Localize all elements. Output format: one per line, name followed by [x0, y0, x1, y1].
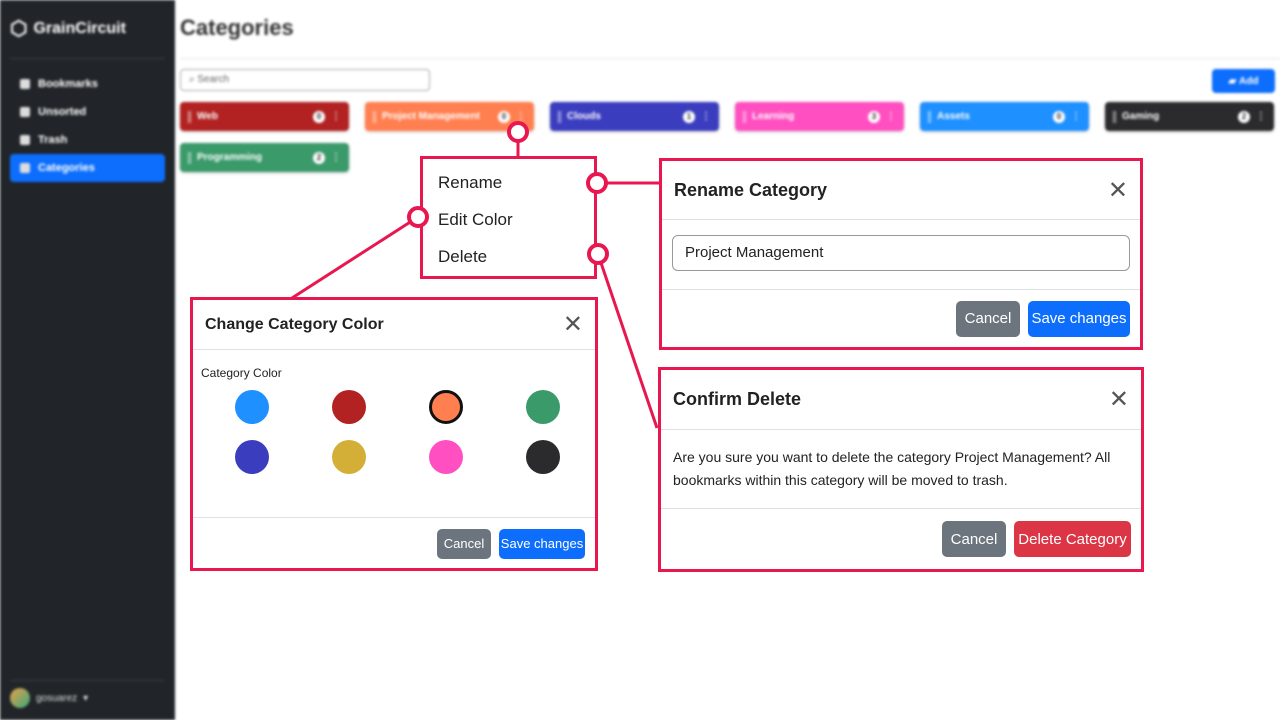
menu-item-rename[interactable]: Rename: [438, 173, 579, 210]
delete-category-button[interactable]: Delete Category: [1014, 521, 1131, 557]
save-changes-button[interactable]: Save changes: [499, 528, 585, 559]
rename-category-modal: Rename Category ✕ Project Management Canc…: [659, 158, 1143, 350]
cancel-button[interactable]: Cancel: [942, 521, 1006, 557]
cancel-button[interactable]: Cancel: [437, 528, 491, 559]
color-swatch[interactable]: [429, 440, 463, 474]
close-icon[interactable]: ✕: [1108, 176, 1128, 205]
connector-node: [507, 121, 529, 143]
color-swatch[interactable]: [332, 390, 366, 424]
modal-title: Rename Category: [674, 179, 828, 200]
cancel-button[interactable]: Cancel: [956, 300, 1020, 337]
close-icon[interactable]: ✕: [563, 310, 583, 339]
connector-node: [586, 172, 608, 194]
menu-item-delete[interactable]: Delete: [438, 247, 579, 284]
change-color-modal: Change Category Color ✕ Category Color Ca…: [190, 297, 598, 571]
color-swatch[interactable]: [235, 440, 269, 474]
color-swatch[interactable]: [526, 440, 560, 474]
connector-node: [407, 206, 429, 228]
category-name-input[interactable]: Project Management: [672, 235, 1130, 271]
save-changes-button[interactable]: Save changes: [1028, 300, 1130, 337]
menu-item-edit-color[interactable]: Edit Color: [438, 210, 579, 247]
color-swatch[interactable]: [235, 390, 269, 424]
confirm-delete-modal: Confirm Delete ✕ Are you sure you want to…: [658, 367, 1144, 572]
color-swatch[interactable]: [429, 390, 463, 424]
color-swatch[interactable]: [526, 390, 560, 424]
modal-title: Confirm Delete: [673, 389, 802, 409]
category-context-menu: Rename Edit Color Delete: [420, 156, 597, 279]
delete-message: Are you sure you want to delete the cate…: [673, 449, 1111, 488]
modal-title: Change Category Color: [205, 315, 384, 333]
color-swatch[interactable]: [332, 440, 366, 474]
color-label: Category Color: [201, 366, 282, 380]
close-icon[interactable]: ✕: [1109, 385, 1129, 414]
connector-node: [587, 243, 609, 265]
